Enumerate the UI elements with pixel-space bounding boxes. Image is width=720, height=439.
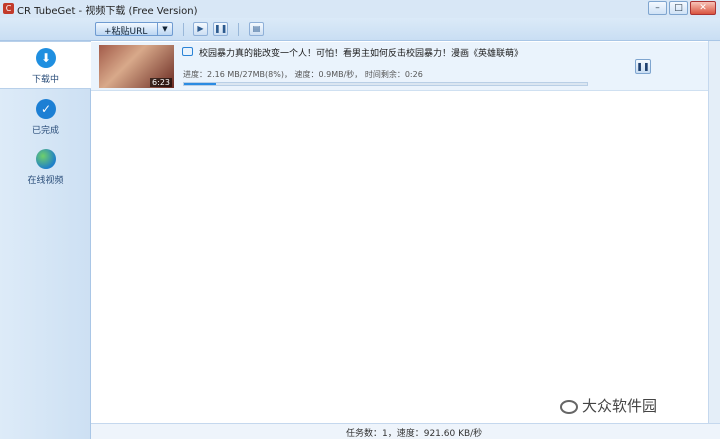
sidebar-item-completed[interactable]: ✓ 已完成 (0, 93, 91, 141)
scrollbar[interactable] (708, 41, 720, 423)
toolbar: +粘贴URL ▼ ▶ ❚❚ ▤ (0, 18, 720, 41)
pause-icon[interactable]: ❚❚ (635, 59, 651, 74)
check-icon: ✓ (36, 99, 56, 119)
sidebar-item-online-video[interactable]: 在线视频 (0, 143, 91, 191)
globe-icon (36, 149, 56, 169)
progress-text: 进度：2.16 MB/27MB(8%)， 速度：0.9MB/秒， 时间剩余：0:… (183, 70, 423, 79)
maximize-button[interactable]: □ (669, 1, 688, 15)
minimize-button[interactable]: – (648, 1, 667, 15)
window-controls: – □ ✕ (648, 1, 716, 15)
watermark: 大众软件园 (560, 395, 657, 416)
toolbar-separator (183, 23, 184, 36)
video-thumbnail: 6:23 (99, 45, 174, 88)
status-bar: 任务数：1，速度：921.60 KB/秒 (91, 423, 720, 439)
app-icon: C (3, 3, 14, 14)
toolbar-separator (238, 23, 239, 36)
chevron-down-icon[interactable]: ▼ (157, 23, 172, 35)
tv-icon (182, 47, 193, 56)
sidebar: ⬇ 下载中 ✓ 已完成 在线视频 (0, 41, 91, 439)
download-row[interactable]: 6:23 校园暴力真的能改变一个人！可怕！看男主如何反击校园暴力！漫画《英雄联萌… (91, 42, 708, 91)
watermark-text: 大众软件园 (582, 397, 658, 415)
sidebar-item-label: 下载中 (31, 75, 59, 85)
download-list: 6:23 校园暴力真的能改变一个人！可怕！看男主如何反击校园暴力！漫画《英雄联萌… (91, 41, 708, 423)
video-title: 校园暴力真的能改变一个人！可怕！看男主如何反击校园暴力！漫画《英雄联萌》 (199, 49, 524, 59)
sidebar-item-downloading[interactable]: ⬇ 下载中 (0, 41, 91, 89)
window-title: CR TubeGet - 视频下载 (Free Version) (17, 6, 198, 17)
proxy-icon[interactable]: ▶ (193, 22, 208, 36)
watermark-logo-icon (560, 399, 578, 414)
status-text: 任务数：1，速度：921.60 KB/秒 (346, 429, 483, 439)
close-button[interactable]: ✕ (690, 1, 716, 15)
sidebar-item-label: 已完成 (31, 126, 59, 136)
progress-fill (184, 83, 217, 85)
sidebar-item-label: 在线视频 (27, 176, 64, 186)
video-duration: 6:23 (150, 78, 172, 87)
paste-url-button[interactable]: +粘贴URL ▼ (95, 22, 173, 37)
paste-url-label: +粘贴URL (104, 27, 148, 37)
settings-icon[interactable]: ▤ (249, 22, 264, 36)
pause-all-icon[interactable]: ❚❚ (213, 22, 228, 36)
progress-bar (183, 82, 588, 86)
download-icon: ⬇ (36, 48, 56, 68)
title-bar: C CR TubeGet - 视频下载 (Free Version) – □ ✕ (0, 0, 720, 18)
